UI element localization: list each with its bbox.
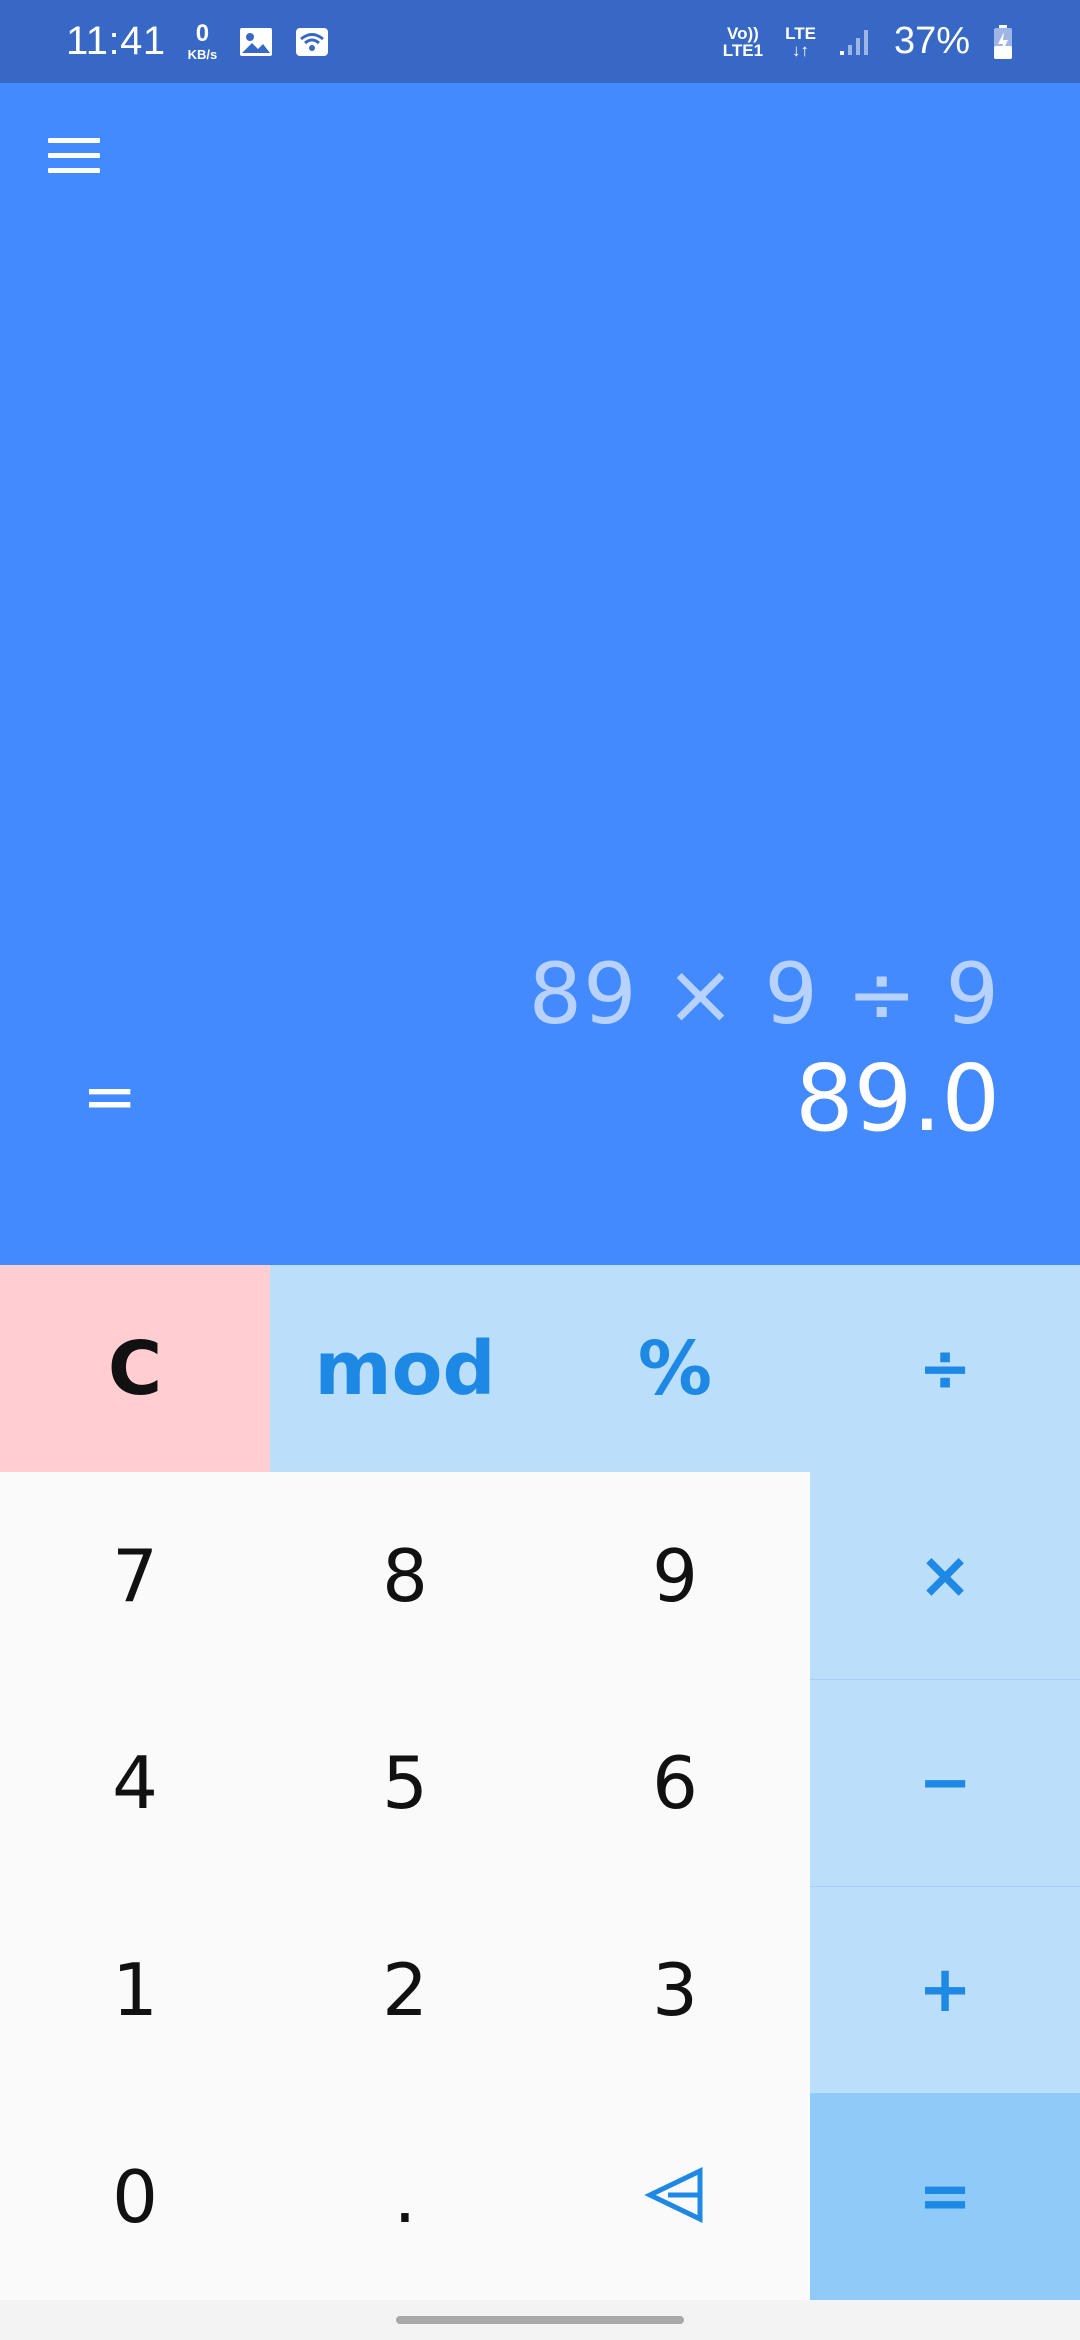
navigation-bar — [0, 2300, 1080, 2340]
digit-6-button[interactable]: 6 — [540, 1679, 810, 1886]
digit-8-button[interactable]: 8 — [270, 1472, 540, 1679]
minus-button[interactable]: − — [810, 1679, 1080, 1886]
status-bar-left: 11:41 0 KB/s — [66, 19, 329, 64]
status-time: 11:41 — [66, 19, 166, 63]
clear-button[interactable]: C — [0, 1265, 270, 1472]
decimal-button[interactable]: . — [270, 2093, 540, 2300]
digit-9-button[interactable]: 9 — [540, 1472, 810, 1679]
network-speed-unit: KB/s — [187, 47, 218, 62]
backspace-icon — [644, 2166, 706, 2227]
divide-button[interactable]: ÷ — [810, 1265, 1080, 1472]
percent-button[interactable]: % — [540, 1265, 810, 1472]
volte-top-label: Vo)) — [727, 23, 759, 43]
result-text: 89.0 — [795, 1045, 1000, 1152]
digit-7-button[interactable]: 7 — [0, 1472, 270, 1679]
wifi-icon — [295, 27, 329, 57]
home-gesture-handle[interactable] — [396, 2316, 684, 2324]
signal-icon — [838, 27, 872, 57]
battery-charging-icon — [992, 24, 1014, 60]
volte-bottom-label: LTE1 — [722, 40, 764, 60]
multiply-button[interactable]: × — [810, 1472, 1080, 1679]
result-equals-sign: = — [82, 1058, 138, 1135]
lte-indicator: LTE ↓↑ — [785, 25, 816, 59]
plus-button[interactable]: + — [810, 1886, 1080, 2093]
data-arrows-icon: ↓↑ — [792, 40, 809, 60]
network-speed: 0 KB/s — [187, 20, 218, 62]
digit-2-button[interactable]: 2 — [270, 1886, 540, 2093]
calculator-display: 89 × 9 ÷ 9 = 89.0 — [0, 83, 1080, 1265]
volte-indicator: Vo)) LTE1 — [723, 25, 763, 59]
lte-label: LTE — [785, 23, 816, 43]
network-speed-value: 0 — [195, 20, 210, 47]
equals-button[interactable]: = — [810, 2093, 1080, 2300]
digit-4-button[interactable]: 4 — [0, 1679, 270, 1886]
expression-text: 89 × 9 ÷ 9 — [528, 945, 1000, 1043]
gallery-icon — [239, 27, 273, 57]
menu-icon[interactable] — [48, 138, 100, 180]
mod-button[interactable]: mod — [270, 1265, 540, 1472]
digit-3-button[interactable]: 3 — [540, 1886, 810, 2093]
digit-0-button[interactable]: 0 — [0, 2093, 270, 2300]
status-bar-right: Vo)) LTE1 LTE ↓↑ 37% — [723, 20, 1014, 63]
keypad: C mod % ÷ 7 8 9 × 4 5 6 − 1 2 3 + 0 . = — [0, 1265, 1080, 2300]
backspace-button[interactable] — [540, 2093, 810, 2300]
status-bar: 11:41 0 KB/s Vo)) LTE1 LTE ↓↑ 37% — [0, 0, 1080, 83]
battery-percent: 37% — [893, 20, 970, 62]
digit-1-button[interactable]: 1 — [0, 1886, 270, 2093]
digit-5-button[interactable]: 5 — [270, 1679, 540, 1886]
